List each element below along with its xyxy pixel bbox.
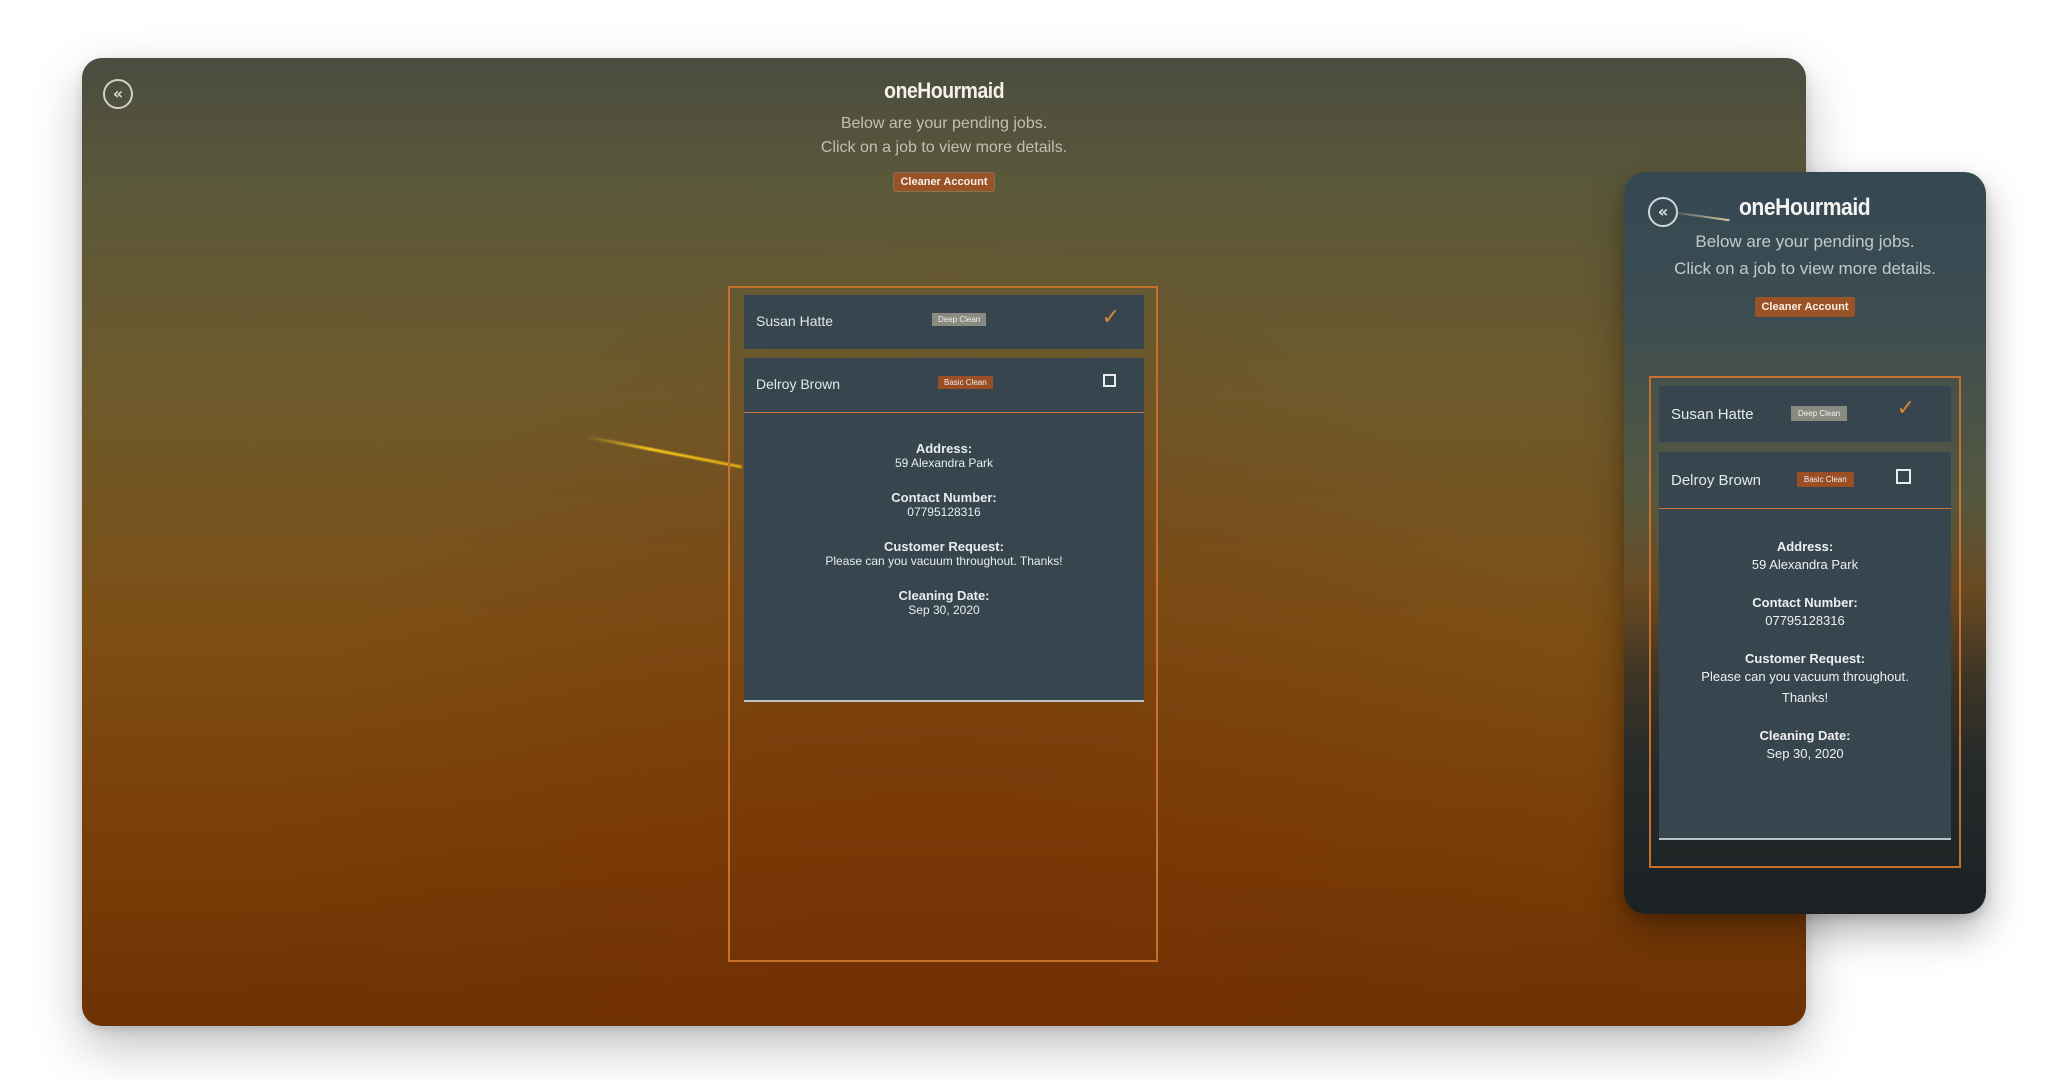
intro-line-1: Below are your pending jobs. bbox=[840, 115, 1048, 132]
job-item-delroy-brown[interactable]: Delroy Brown Basic Clean bbox=[744, 358, 1144, 412]
check-icon: ✓ bbox=[1896, 396, 1915, 421]
address-label: Address: bbox=[1776, 539, 1834, 554]
date-value: Sep 30, 2020 bbox=[908, 603, 980, 617]
job-details: Address: 59 Alexandra Park Contact Numbe… bbox=[744, 412, 1144, 702]
desktop-view: « oneHourmaid Below are your pending job… bbox=[82, 58, 1806, 1026]
job-name: Susan Hatte bbox=[1671, 406, 1754, 423]
job-name: Delroy Brown bbox=[756, 376, 841, 392]
page-header: oneHourmaid Below are your pending jobs.… bbox=[1624, 194, 1986, 317]
job-type-badge: Basic Clean bbox=[938, 376, 993, 389]
page-header: oneHourmaid Below are your pending jobs.… bbox=[82, 78, 1806, 191]
job-name: Susan Hatte bbox=[756, 313, 834, 329]
date-value: Sep 30, 2020 bbox=[1766, 746, 1844, 761]
account-badge: Cleaner Account bbox=[1755, 297, 1855, 317]
address-value: 59 Alexandra Park bbox=[1751, 557, 1859, 572]
address-label: Address: bbox=[915, 441, 973, 456]
contact-label: Contact Number: bbox=[1752, 595, 1858, 610]
intro-line-2: Click on a job to view more details. bbox=[820, 139, 1068, 156]
contact-value: 07795128316 bbox=[907, 505, 981, 519]
contact-label: Contact Number: bbox=[891, 490, 997, 505]
checkbox-icon[interactable] bbox=[1103, 374, 1116, 387]
job-type-badge: Deep Clean bbox=[1791, 406, 1848, 421]
check-icon: ✓ bbox=[1101, 305, 1120, 330]
contact-value: 07795128316 bbox=[1765, 613, 1845, 628]
job-type-badge: Basic Clean bbox=[1797, 472, 1854, 487]
jobs-panel: Susan Hatte Deep Clean ✓ Delroy Brown Ba… bbox=[1649, 376, 1961, 868]
job-item-susan-hatte[interactable]: Susan Hatte Deep Clean ✓ bbox=[744, 295, 1144, 349]
request-label: Customer Request: bbox=[1745, 651, 1865, 666]
date-label: Cleaning Date: bbox=[898, 588, 990, 603]
light-streak bbox=[584, 435, 743, 469]
request-value: Please can you vacuum throughout. Thanks… bbox=[825, 554, 1063, 568]
date-label: Cleaning Date: bbox=[1759, 728, 1851, 743]
account-badge: Cleaner Account bbox=[894, 173, 994, 191]
app-title: oneHourmaid bbox=[884, 78, 1004, 103]
app-title: oneHourmaid bbox=[1739, 194, 1871, 221]
intro-line-2: Click on a job to view more details. bbox=[1674, 259, 1936, 278]
checkbox-icon[interactable] bbox=[1896, 469, 1911, 484]
mobile-view: « oneHourmaid Below are your pending job… bbox=[1624, 172, 1986, 914]
intro-line-1: Below are your pending jobs. bbox=[1695, 232, 1915, 251]
job-details: Address: 59 Alexandra Park Contact Numbe… bbox=[1659, 508, 1951, 840]
request-label: Customer Request: bbox=[884, 539, 1004, 554]
job-type-badge: Deep Clean bbox=[932, 313, 987, 326]
jobs-panel: Susan Hatte Deep Clean ✓ Delroy Brown Ba… bbox=[728, 286, 1158, 962]
job-item-susan-hatte[interactable]: Susan Hatte Deep Clean ✓ bbox=[1659, 386, 1951, 442]
job-name: Delroy Brown bbox=[1671, 472, 1762, 489]
job-item-delroy-brown[interactable]: Delroy Brown Basic Clean bbox=[1659, 452, 1951, 508]
request-value: Please can you vacuum throughout. Thanks… bbox=[1701, 669, 1909, 705]
address-value: 59 Alexandra Park bbox=[894, 456, 994, 470]
